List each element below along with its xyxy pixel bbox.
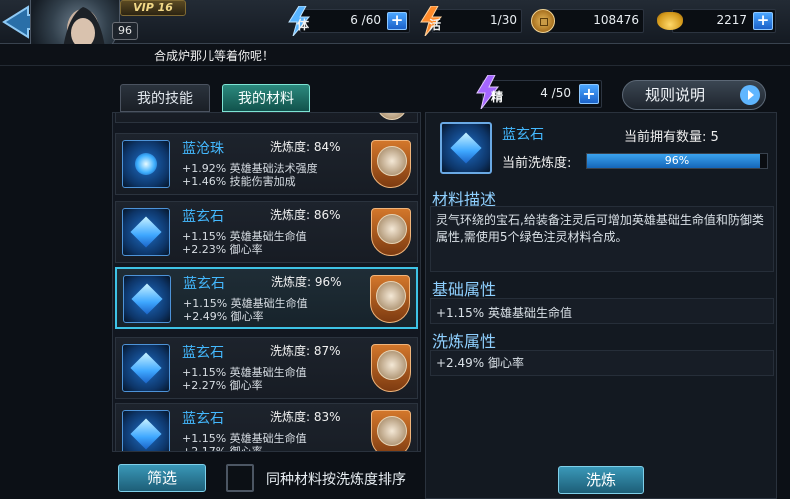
essence-counter: 精 4 /50 + — [476, 75, 602, 109]
refine-attr-text: +2.49% 御心率 — [436, 356, 524, 370]
material-attr: +2.17% 御心率 — [182, 445, 263, 452]
material-purity: 洗炼度: 86% — [270, 208, 341, 222]
list-item[interactable]: 蓝玄石 洗炼度: 86% +1.15% 英雄基础生命值 +2.23% 御心率 — [115, 201, 418, 263]
lightning-icon: 体 — [287, 5, 313, 37]
essence-value: 4 /50 — [540, 86, 571, 100]
add-essence-button[interactable]: + — [579, 84, 599, 104]
refine-attr-title: 洗炼属性 — [432, 332, 497, 351]
purity-progress-text: 96% — [664, 154, 690, 167]
material-attr: +2.23% 御心率 — [182, 243, 263, 256]
material-name: 蓝玄石 — [182, 345, 224, 361]
blue-gem-icon — [122, 208, 170, 256]
copper-value: 108476 — [593, 13, 639, 27]
add-stamina-button[interactable]: + — [387, 12, 407, 30]
base-attr-title: 基础属性 — [432, 280, 497, 299]
material-purity: 洗炼度: 83% — [270, 410, 341, 424]
coin-icon — [531, 9, 555, 33]
gold-ingot-icon — [657, 12, 683, 30]
gold-counter: 2217 + — [657, 9, 776, 33]
material-purity: 洗炼度: 87% — [270, 344, 341, 358]
stamina-label: 体 — [297, 18, 310, 32]
gold-value: 2217 — [716, 13, 747, 27]
rules-button[interactable]: 规则说明 — [622, 80, 766, 110]
lightning-icon: 活 — [419, 5, 445, 37]
blue-gem-icon — [122, 344, 170, 392]
material-name: 蓝玄石 — [182, 411, 224, 427]
list-item[interactable]: 蓝玄石 洗炼度: 87% +1.15% 英雄基础生命值 +2.27% 御心率 — [115, 337, 418, 399]
tab-my-materials[interactable]: 我的材料 — [222, 84, 310, 112]
list-item[interactable]: 蓝沧珠 洗炼度: 84% +1.92% 英雄基础法术强度 +1.46% 技能伤害… — [115, 133, 418, 195]
blue-gem-icon — [440, 122, 492, 174]
tab-my-skills[interactable]: 我的技能 — [120, 84, 210, 112]
emblem-icon — [371, 344, 411, 392]
material-name: 蓝玄石 — [183, 276, 225, 292]
refine-button[interactable]: 洗炼 — [558, 466, 644, 494]
base-attr-text: +1.15% 英雄基础生命值 — [436, 306, 572, 320]
stamina-value: 6 /60 — [350, 13, 381, 27]
copper-counter: 108476 — [531, 9, 644, 33]
notice-text: 合成炉那儿等着你呢！ — [154, 49, 275, 63]
level-badge: 96 — [112, 22, 138, 40]
top-bar: VIP 16 96 体 6 /60 + 活 1/30 108476 2217 + — [0, 0, 790, 64]
emblem-icon — [371, 140, 411, 188]
blue-gem-icon — [123, 275, 171, 323]
blue-gem-icon — [122, 410, 170, 451]
notice-bar: 合成炉那儿等着你呢！ — [0, 44, 790, 66]
add-gold-button[interactable]: + — [753, 12, 773, 30]
vitality-value: 1/30 — [490, 13, 517, 27]
play-arrow-icon — [740, 85, 760, 105]
material-name: 蓝沧珠 — [182, 141, 224, 157]
rules-button-label: 规则说明 — [645, 86, 706, 104]
material-name: 蓝玄石 — [182, 209, 224, 225]
emblem-icon — [371, 410, 411, 451]
vip-badge[interactable]: VIP 16 — [120, 0, 186, 16]
emblem-icon — [371, 113, 411, 120]
material-list[interactable]: 蓝沧珠 洗炼度: 84% +1.92% 英雄基础法术强度 +1.46% 技能伤害… — [112, 112, 421, 452]
sort-by-purity-checkbox[interactable] — [226, 464, 254, 492]
purity-progress-bar: 96% — [586, 153, 768, 169]
vitality-label: 活 — [429, 18, 442, 32]
vitality-counter: 活 1/30 — [420, 5, 522, 37]
material-attr: +2.49% 御心率 — [183, 310, 264, 323]
material-attr: +2.27% 御心率 — [182, 379, 263, 392]
detail-material-name: 蓝玄石 — [502, 127, 544, 143]
essence-label: 精 — [491, 90, 504, 104]
stamina-counter: 体 6 /60 + — [288, 5, 410, 37]
material-purity: 洗炼度: 84% — [270, 140, 341, 154]
description-text: 灵气环绕的宝石,给装备注灵后可增加英雄基础生命值和防御类属性,需使用5个绿色注灵… — [436, 213, 764, 244]
emblem-icon — [370, 275, 410, 323]
material-purity: 洗炼度: 96% — [271, 275, 342, 289]
emblem-icon — [371, 208, 411, 256]
detail-owned-count: 当前拥有数量: 5 — [624, 130, 719, 145]
blue-pearl-icon — [122, 140, 170, 188]
list-item[interactable] — [115, 113, 418, 123]
list-item-selected[interactable]: 蓝玄石 洗炼度: 96% +1.15% 英雄基础生命值 +2.49% 御心率 — [115, 267, 418, 329]
sort-by-purity-label: 同种材料按洗炼度排序 — [266, 472, 406, 488]
detail-purity-label: 当前洗炼度: — [502, 156, 572, 171]
filter-button[interactable]: 筛选 — [118, 464, 206, 492]
material-attr: +1.46% 技能伤害加成 — [182, 175, 296, 188]
list-item[interactable]: 蓝玄石 洗炼度: 83% +1.15% 英雄基础生命值 +2.17% 御心率 — [115, 403, 418, 452]
